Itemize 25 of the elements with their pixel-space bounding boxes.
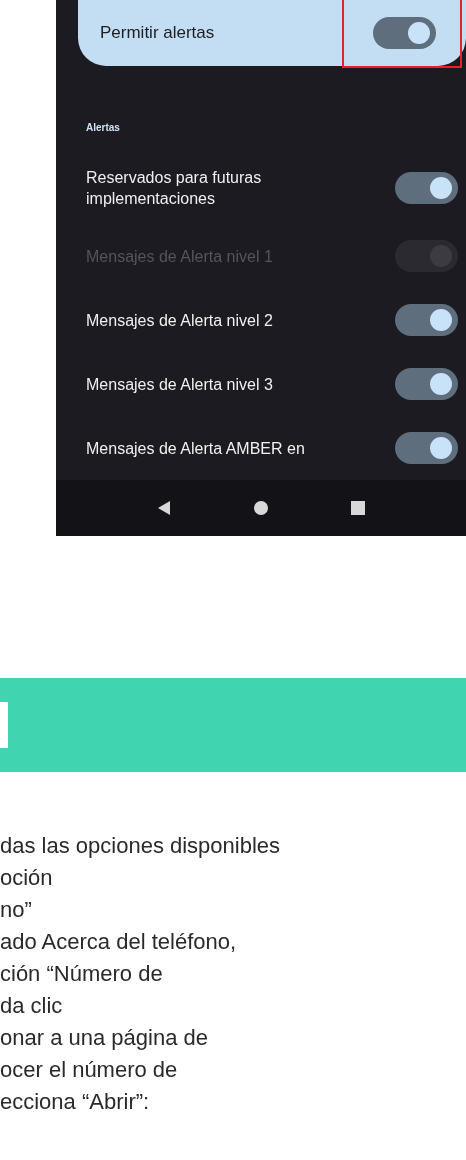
master-switch-label: Permitir alertas <box>100 23 215 43</box>
toggle-switch[interactable] <box>395 432 458 464</box>
banner-marker <box>0 702 8 748</box>
toggle-switch[interactable] <box>395 304 458 336</box>
section-header: Alertas <box>86 122 121 135</box>
back-icon[interactable] <box>156 500 173 516</box>
body-text-line: da clic <box>0 992 64 1020</box>
setting-label: Mensajes de Alerta AMBER en <box>86 438 306 459</box>
body-text-line: ocer el número de <box>0 1056 179 1084</box>
setting-label: Reservados para futuras implementaciones <box>86 168 263 209</box>
body-text-line: ción “Número de <box>0 960 164 988</box>
toggle-switch[interactable] <box>395 172 458 204</box>
body-text-line: ecciona “Abrir”: <box>0 1088 151 1116</box>
recents-icon[interactable] <box>349 500 366 516</box>
home-icon[interactable] <box>253 500 269 516</box>
body-text-line: oción <box>0 864 54 892</box>
toggle-switch[interactable] <box>373 17 436 49</box>
setting-label: Mensajes de Alerta nivel 2 <box>86 310 274 331</box>
body-text-line: onar a una página de <box>0 1024 209 1052</box>
body-text-line: ado Acerca del teléfono, <box>0 928 238 956</box>
body-text-line: das las opciones disponibles <box>0 832 282 860</box>
setting-label: Mensajes de Alerta nivel 3 <box>86 374 274 395</box>
setting-label: Mensajes de Alerta nivel 1 <box>86 246 274 267</box>
toggle-switch[interactable] <box>395 368 458 400</box>
body-text-line: no” <box>0 896 33 924</box>
